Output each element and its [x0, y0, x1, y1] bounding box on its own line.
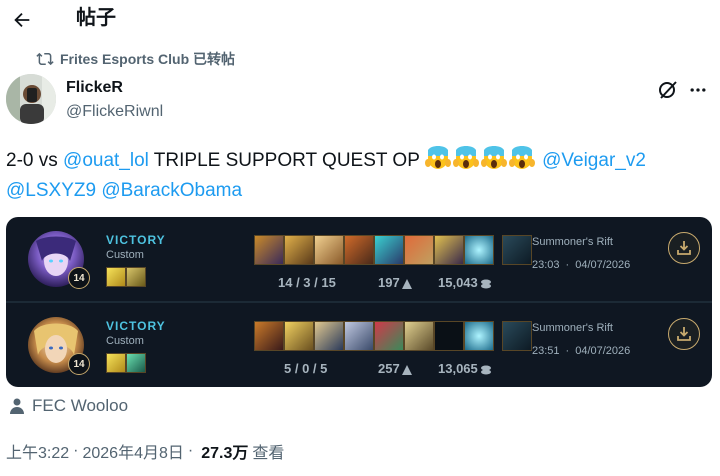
screaming-face-emoji [424, 146, 451, 169]
screaming-face-emoji [480, 146, 507, 169]
item-icon [464, 235, 494, 265]
queue-type: Custom [106, 249, 144, 261]
match-history-card[interactable]: 14 VICTORY Custom 14 / 3 / 15 197 15,043… [6, 217, 712, 387]
item-icon [374, 321, 404, 351]
back-button[interactable] [8, 6, 36, 34]
gold-coins-icon [480, 365, 491, 375]
kda: 14 / 3 / 15 [278, 275, 336, 290]
views-count: 27.3万 [201, 445, 249, 462]
person-icon [10, 398, 24, 414]
avatar-photo [6, 74, 56, 124]
minion-icon [401, 365, 412, 375]
item-icon [314, 321, 344, 351]
tagged-user-name: FEC Wooloo [32, 396, 129, 415]
tweet-text: 2-0 vs @ouat_lol TRIPLE SUPPORT QUEST OP… [6, 146, 712, 206]
download-replay-button[interactable] [668, 232, 700, 264]
item-icon [464, 321, 494, 351]
item-icon [254, 321, 284, 351]
item-icon [374, 235, 404, 265]
map-name: Summoner's Rift [532, 322, 613, 334]
retweet-icon [36, 52, 54, 66]
mention-veigar[interactable]: @Veigar_v2 [542, 150, 646, 171]
grok-icon [659, 81, 677, 99]
match-date: 04/07/2026 [575, 345, 631, 357]
avatar[interactable] [6, 74, 56, 124]
heal-spell-icon [126, 353, 146, 373]
exhaust-spell-icon [126, 267, 146, 287]
match-stats: 14 / 3 / 15 197 15,043 [254, 273, 498, 293]
item-icon [404, 321, 434, 351]
gold-earned: 13,065 [438, 361, 492, 376]
match-row[interactable]: 14 VICTORY Custom 14 / 3 / 15 197 15,043… [6, 217, 712, 301]
mention-ouat[interactable]: @ouat_lol [63, 150, 149, 171]
match-result: VICTORY [106, 233, 166, 247]
queue-type: Custom [106, 335, 144, 347]
download-replay-button[interactable] [668, 318, 700, 350]
empty-item-slot [434, 321, 464, 351]
trinket-icon [502, 321, 532, 351]
match-stats: 5 / 0 / 5 257 13,065 [254, 359, 498, 379]
screaming-face-emoji [452, 146, 479, 169]
item-icon [314, 235, 344, 265]
item-icon [284, 321, 314, 351]
retweet-text: Frites Esports Club 已转帖 [60, 51, 236, 67]
download-icon [677, 327, 691, 341]
views-label: 查看 [252, 445, 285, 462]
tweet-metadata: 上午3:22 · 2026年4月8日 · 27.3万 查看 [6, 440, 284, 462]
flash-spell-icon [106, 353, 126, 373]
tweet-text-prefix: 2-0 vs [6, 150, 64, 171]
gold-coins-icon [480, 279, 491, 289]
more-options-button[interactable] [686, 78, 710, 102]
tweet-time[interactable]: 上午3:22 [6, 439, 69, 463]
match-duration: 23:51 [532, 345, 560, 357]
item-build [254, 321, 532, 351]
item-icon [434, 235, 464, 265]
match-meta: 23:03 · 04/07/2026 [532, 259, 631, 271]
download-icon [677, 241, 691, 255]
gold-earned: 15,043 [438, 275, 492, 290]
match-date: 04/07/2026 [575, 259, 631, 271]
top-bar: 帖子 [0, 0, 720, 40]
item-build [254, 235, 532, 265]
minion-icon [401, 279, 412, 289]
kda: 5 / 0 / 5 [284, 361, 328, 376]
mention-barackobama[interactable]: @BarackObama [101, 180, 242, 201]
mention-lsxyz9[interactable]: @LSXYZ9 [6, 180, 96, 201]
item-icon [344, 235, 374, 265]
match-meta: 23:51 · 04/07/2026 [532, 345, 631, 357]
tweet-date[interactable]: 2026年4月8日 [82, 439, 183, 463]
match-result: VICTORY [106, 319, 166, 333]
match-duration: 23:03 [532, 259, 560, 271]
item-icon [254, 235, 284, 265]
flash-spell-icon [106, 267, 126, 287]
item-icon [284, 235, 314, 265]
tweet-text-middle: TRIPLE SUPPORT QUEST OP [148, 150, 425, 171]
champion-level-badge: 14 [68, 353, 90, 375]
item-icon [404, 235, 434, 265]
summoner-spells [106, 353, 146, 373]
author-handle[interactable]: @FlickeRiwnl [66, 102, 163, 122]
match-row[interactable]: 14 VICTORY Custom 5 / 0 / 5 257 13,065 S… [6, 303, 712, 387]
more-horizontal-icon [690, 88, 706, 92]
map-name: Summoner's Rift [532, 236, 613, 248]
grok-button[interactable] [656, 78, 680, 102]
retweet-indicator[interactable]: Frites Esports Club 已转帖 [36, 50, 235, 68]
creep-score: 257 [378, 361, 412, 376]
screaming-face-emoji [508, 146, 535, 169]
author-name[interactable]: FlickeR [66, 78, 123, 98]
champion-level-badge: 14 [68, 267, 90, 289]
creep-score: 197 [378, 275, 412, 290]
arrow-left-icon [14, 12, 30, 28]
trinket-icon [502, 235, 532, 265]
page-title: 帖子 [76, 7, 116, 29]
tagged-user[interactable]: FEC Wooloo [8, 396, 128, 416]
item-icon [344, 321, 374, 351]
summoner-spells [106, 267, 146, 287]
